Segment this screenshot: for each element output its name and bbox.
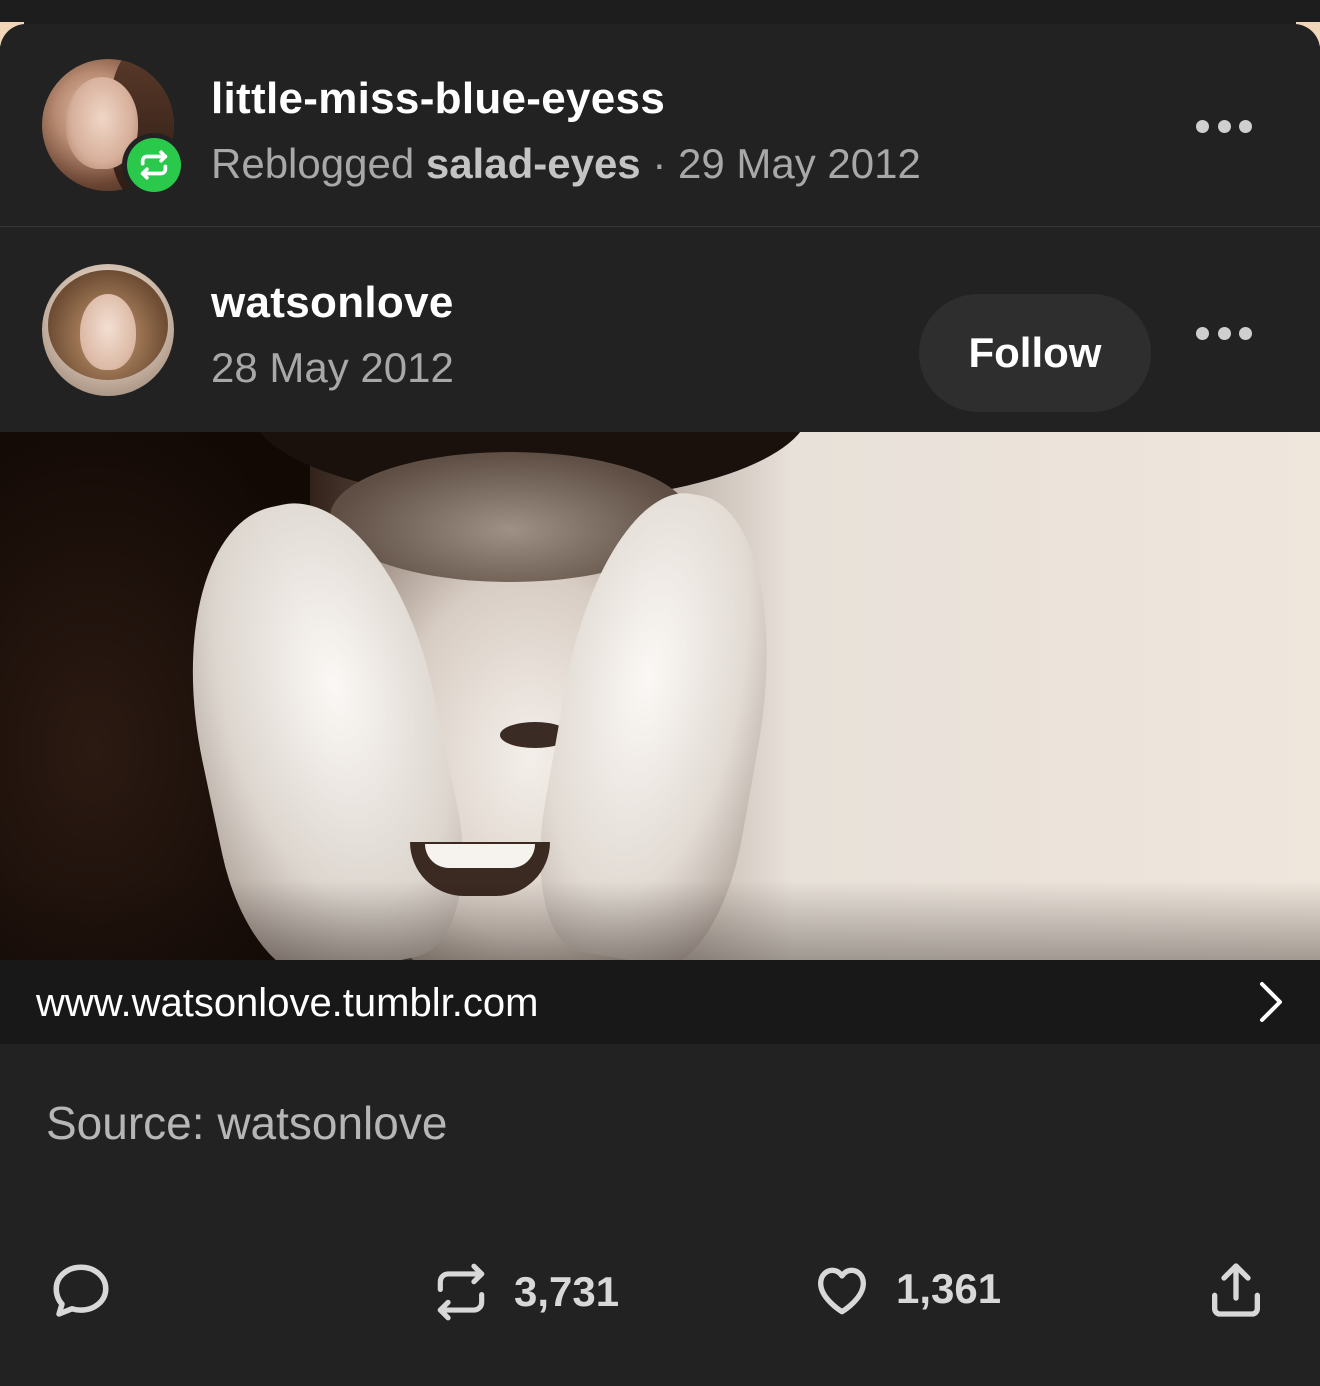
post-date[interactable]: 28 May 2012 — [211, 344, 454, 392]
reply-button[interactable] — [48, 1259, 114, 1325]
heart-icon — [818, 1267, 866, 1315]
reblog-count: 3,731 — [514, 1268, 620, 1315]
meta-separator: · — [652, 140, 667, 187]
reblog-icon — [127, 138, 181, 192]
post-card: little-miss-blue-eyess Reblogged salad-e… — [0, 24, 1320, 1386]
author-avatar[interactable] — [42, 264, 174, 396]
reblog-icon — [437, 1263, 485, 1321]
post-image[interactable] — [0, 432, 1320, 960]
share-button[interactable] — [1204, 1257, 1268, 1323]
post-source: Source: watsonlove — [46, 1096, 447, 1150]
link-url[interactable]: www.watsonlove.tumblr.com — [36, 981, 538, 1026]
post-footer: 3,731 1,361 — [0, 1249, 1320, 1339]
more-options-icon[interactable] — [1196, 119, 1252, 133]
reblog-header: little-miss-blue-eyess Reblogged salad-e… — [0, 24, 1320, 227]
post-header: watsonlove 28 May 2012 Follow — [0, 228, 1320, 432]
like-button[interactable]: 1,361 — [810, 1257, 1001, 1321]
link-bar[interactable]: www.watsonlove.tumblr.com — [0, 960, 1320, 1044]
reblog-action: Reblogged — [211, 140, 415, 187]
follow-button[interactable]: Follow — [919, 294, 1151, 412]
top-strip — [0, 0, 1320, 46]
reblog-meta: Reblogged salad-eyes · 29 May 2012 — [211, 140, 921, 188]
share-icon — [1212, 1263, 1260, 1317]
reblog-button[interactable]: 3,731 — [430, 1257, 619, 1327]
avatar-face — [80, 294, 136, 370]
reblog-source-link[interactable]: salad-eyes — [426, 140, 641, 187]
comment-icon — [53, 1264, 109, 1317]
source-label: Source: — [46, 1097, 205, 1149]
reblog-badge — [122, 133, 186, 197]
author-name[interactable]: watsonlove — [211, 278, 454, 328]
like-count: 1,361 — [896, 1265, 1002, 1312]
chevron-right-icon — [1260, 982, 1282, 1022]
more-options-icon[interactable] — [1196, 326, 1252, 340]
source-blog-link[interactable]: watsonlove — [217, 1097, 447, 1149]
reblog-date[interactable]: 29 May 2012 — [678, 140, 921, 187]
reblogger-name[interactable]: little-miss-blue-eyess — [211, 74, 665, 124]
